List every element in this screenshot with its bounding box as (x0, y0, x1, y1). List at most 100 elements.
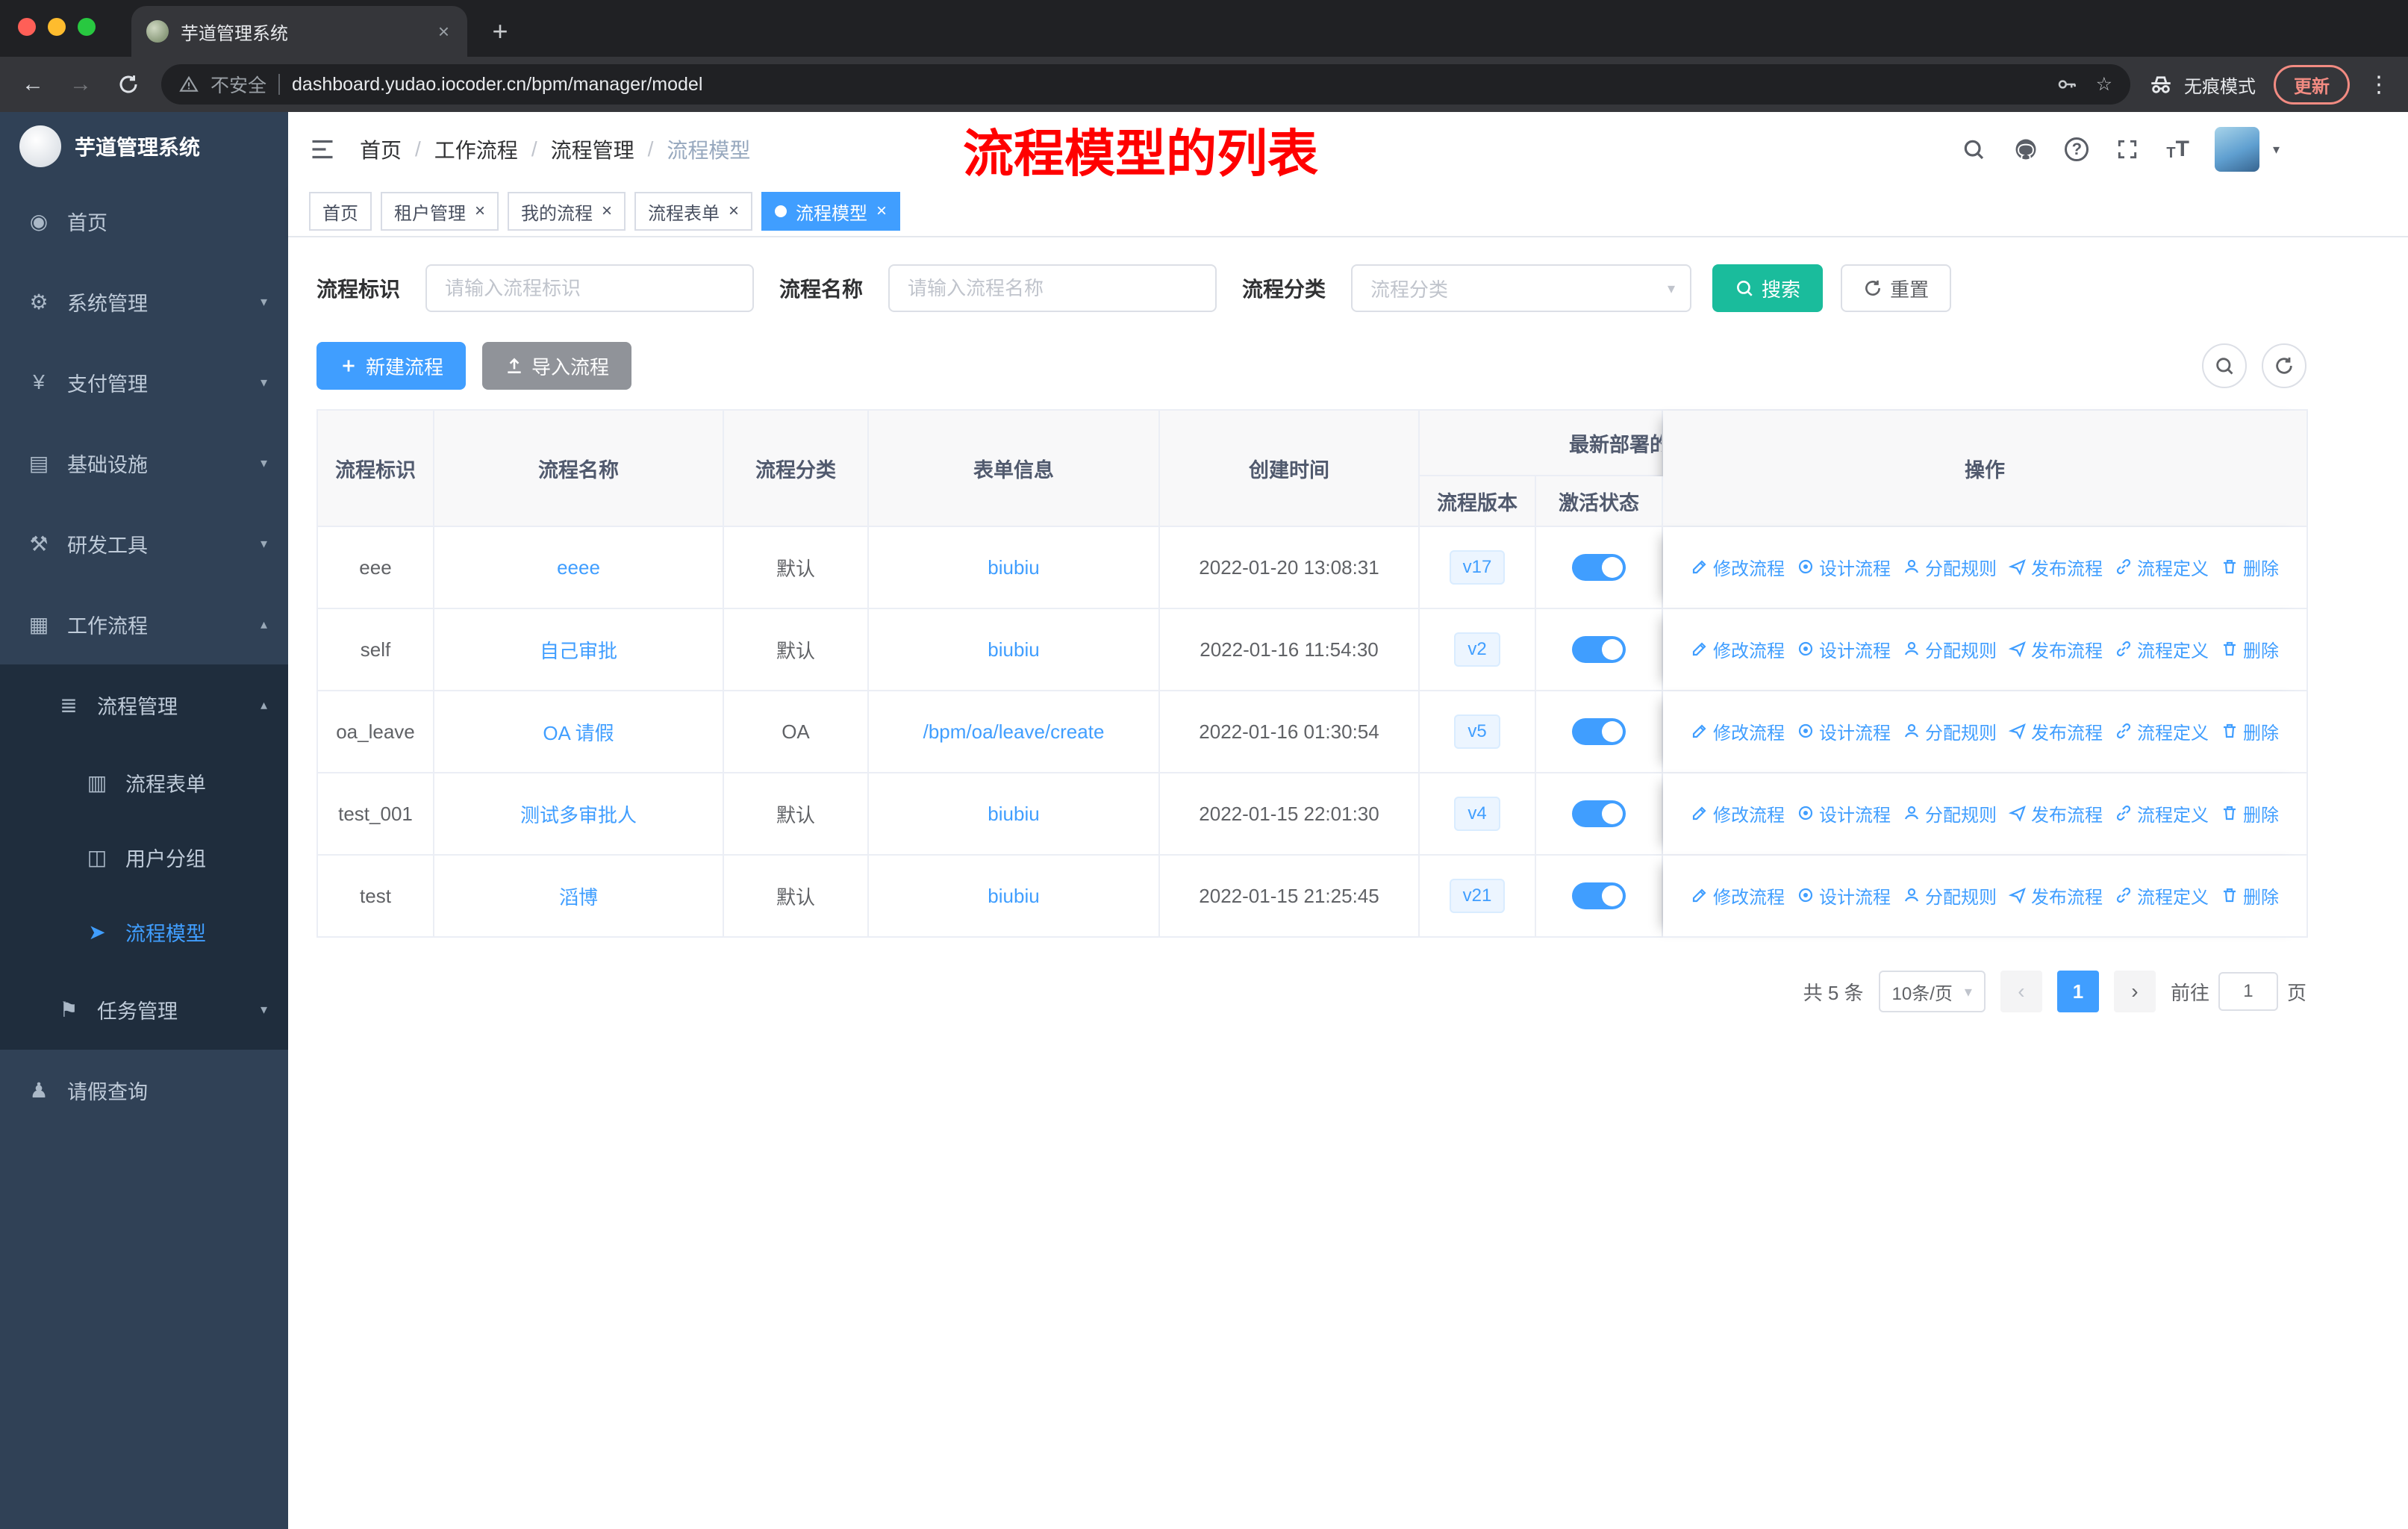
sidebar-item-task-management[interactable]: ⚑ 任务管理 ▾ (0, 969, 288, 1050)
active-toggle[interactable] (1572, 636, 1626, 663)
page-size-select[interactable]: 10条/页 ▾ (1878, 971, 1986, 1012)
version-badge[interactable]: v17 (1449, 550, 1506, 585)
active-toggle[interactable] (1572, 800, 1626, 827)
process-key-input[interactable] (425, 264, 755, 312)
sidebar-item-infrastructure[interactable]: ▤ 基础设施 ▾ (0, 423, 288, 503)
back-button[interactable]: ← (18, 73, 48, 96)
breadcrumb-workflow[interactable]: 工作流程 (434, 134, 518, 164)
incognito-badge[interactable]: 无痕模式 (2148, 72, 2256, 98)
version-badge[interactable]: v5 (1454, 714, 1500, 749)
publish-process-link[interactable]: 发布流程 (2009, 554, 2103, 580)
tag-close-icon[interactable]: × (602, 202, 612, 220)
sidebar-item-leave-query[interactable]: ♟ 请假查询 (0, 1050, 288, 1130)
help-icon[interactable]: ? (2065, 137, 2089, 161)
delete-link[interactable]: 删除 (2221, 882, 2279, 909)
app-logo[interactable]: 芋道管理系统 (0, 112, 288, 181)
process-name-link[interactable]: 滔博 (559, 886, 598, 909)
process-name-link[interactable]: OA 请假 (543, 722, 614, 744)
delete-link[interactable]: 删除 (2221, 718, 2279, 744)
tab-close-icon[interactable]: × (435, 20, 452, 43)
edit-process-link[interactable]: 修改流程 (1691, 800, 1785, 826)
process-definition-link[interactable]: 流程定义 (2115, 554, 2209, 580)
sidebar-item-workflow[interactable]: ▦ 工作流程 ▴ (0, 584, 288, 664)
edit-process-link[interactable]: 修改流程 (1691, 718, 1785, 744)
design-process-link[interactable]: 设计流程 (1797, 800, 1891, 826)
design-process-link[interactable]: 设计流程 (1797, 718, 1891, 744)
delete-link[interactable]: 删除 (2221, 800, 2279, 826)
sidebar-item-dev-tools[interactable]: ⚒ 研发工具 ▾ (0, 503, 288, 584)
process-definition-link[interactable]: 流程定义 (2115, 636, 2209, 662)
tag-process-model[interactable]: 流程模型 × (761, 192, 901, 231)
sidebar-item-system[interactable]: ⚙ 系统管理 ▾ (0, 261, 288, 342)
tag-process-form[interactable]: 流程表单 × (634, 192, 753, 231)
tag-home[interactable]: 首页 (309, 192, 372, 231)
tag-tenant-management[interactable]: 租户管理 × (381, 192, 499, 231)
prev-page-button[interactable]: ‹ (2000, 971, 2042, 1012)
browser-menu-icon[interactable]: ⋮ (2368, 72, 2390, 98)
sidebar-item-home[interactable]: ◉ 首页 (0, 181, 288, 261)
process-definition-link[interactable]: 流程定义 (2115, 882, 2209, 909)
import-process-button[interactable]: 导入流程 (482, 342, 632, 390)
sidebar-item-process-management[interactable]: ≣ 流程管理 ▴ (0, 664, 288, 745)
version-badge[interactable]: v21 (1449, 879, 1506, 913)
publish-process-link[interactable]: 发布流程 (2009, 882, 2103, 909)
assign-rule-link[interactable]: 分配规则 (1903, 882, 1997, 909)
active-toggle[interactable] (1572, 554, 1626, 581)
edit-process-link[interactable]: 修改流程 (1691, 882, 1785, 909)
assign-rule-link[interactable]: 分配规则 (1903, 718, 1997, 744)
fullscreen-icon[interactable] (2114, 136, 2141, 163)
form-link[interactable]: biubiu (988, 556, 1039, 579)
process-name-link[interactable]: 自己审批 (540, 640, 617, 662)
process-name-link[interactable]: 测试多审批人 (520, 804, 637, 826)
publish-process-link[interactable]: 发布流程 (2009, 636, 2103, 662)
address-bar[interactable]: 不安全 dashboard.yudao.iocoder.cn/bpm/manag… (161, 64, 2130, 105)
delete-link[interactable]: 删除 (2221, 636, 2279, 662)
assign-rule-link[interactable]: 分配规则 (1903, 800, 1997, 826)
process-name-link[interactable]: eeee (557, 556, 600, 579)
design-process-link[interactable]: 设计流程 (1797, 554, 1891, 580)
form-link[interactable]: biubiu (988, 885, 1039, 907)
sidebar-toggle-icon[interactable] (309, 136, 336, 163)
sidebar-item-process-model[interactable]: ➤ 流程模型 (0, 894, 288, 969)
password-key-icon[interactable] (2056, 73, 2078, 96)
publish-process-link[interactable]: 发布流程 (2009, 800, 2103, 826)
reload-button[interactable] (113, 73, 143, 96)
goto-page-input[interactable] (2218, 972, 2278, 1011)
avatar[interactable] (2214, 127, 2259, 172)
edit-process-link[interactable]: 修改流程 (1691, 554, 1785, 580)
url-text[interactable]: dashboard.yudao.iocoder.cn/bpm/manager/m… (292, 74, 702, 96)
active-toggle[interactable] (1572, 882, 1626, 909)
bookmark-star-icon[interactable]: ☆ (2096, 73, 2112, 96)
active-toggle[interactable] (1572, 718, 1626, 745)
version-badge[interactable]: v4 (1454, 797, 1500, 831)
new-tab-button[interactable]: + (479, 10, 521, 52)
form-link[interactable]: biubiu (988, 803, 1039, 825)
next-page-button[interactable]: › (2113, 971, 2156, 1012)
delete-link[interactable]: 删除 (2221, 554, 2279, 580)
reset-button[interactable]: 重置 (1841, 264, 1952, 312)
current-page-button[interactable]: 1 (2056, 971, 2099, 1012)
minimize-window-button[interactable] (48, 18, 66, 36)
process-name-input[interactable] (888, 264, 1217, 312)
tag-close-icon[interactable]: × (475, 202, 485, 220)
process-definition-link[interactable]: 流程定义 (2115, 800, 2209, 826)
create-process-button[interactable]: 新建流程 (316, 342, 467, 390)
design-process-link[interactable]: 设计流程 (1797, 636, 1891, 662)
tag-my-process[interactable]: 我的流程 × (508, 192, 626, 231)
security-label[interactable]: 不安全 (210, 71, 266, 98)
form-link[interactable]: biubiu (988, 638, 1039, 661)
search-icon[interactable] (1960, 136, 1987, 163)
sidebar-item-payment[interactable]: ¥ 支付管理 ▾ (0, 342, 288, 423)
refresh-table-button[interactable] (2262, 343, 2306, 388)
github-icon[interactable] (2012, 136, 2039, 163)
form-link[interactable]: /bpm/oa/leave/create (923, 720, 1105, 743)
window-controls[interactable] (15, 6, 110, 57)
zoom-window-button[interactable] (78, 18, 96, 36)
version-badge[interactable]: v2 (1454, 632, 1500, 667)
breadcrumb-home[interactable]: 首页 (360, 134, 402, 164)
tag-close-icon[interactable]: × (729, 202, 739, 220)
publish-process-link[interactable]: 发布流程 (2009, 718, 2103, 744)
process-definition-link[interactable]: 流程定义 (2115, 718, 2209, 744)
forward-button[interactable]: → (66, 73, 96, 96)
breadcrumb-process-management[interactable]: 流程管理 (551, 134, 634, 164)
